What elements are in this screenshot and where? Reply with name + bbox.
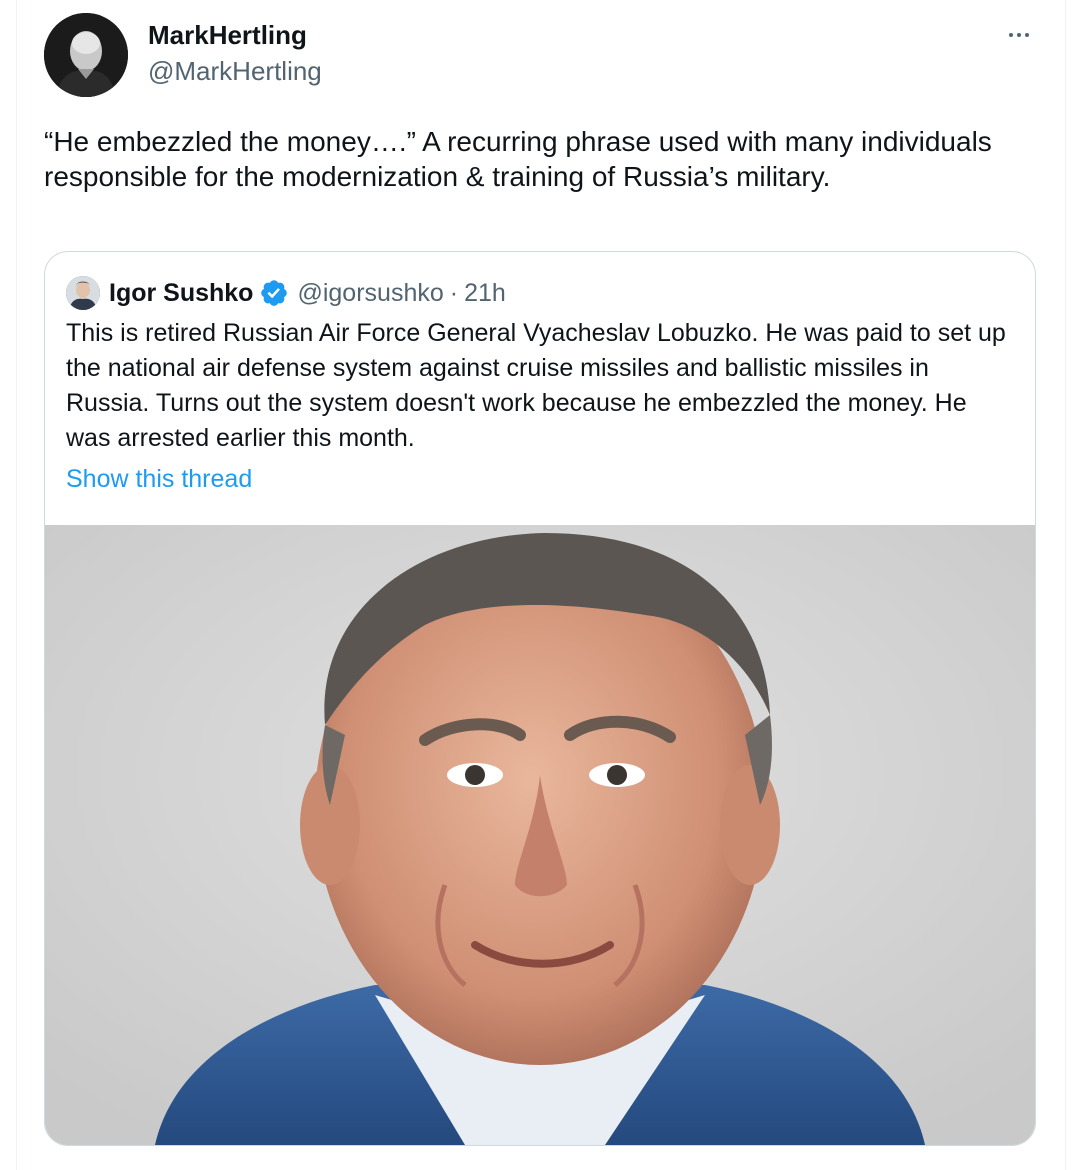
quoted-tweet-time[interactable]: 21h	[464, 279, 506, 308]
quoted-author-handle[interactable]: @igorsushko	[297, 279, 443, 308]
author-name[interactable]: MarkHertling	[148, 18, 307, 52]
more-options-icon[interactable]	[1000, 20, 1038, 50]
show-thread-link[interactable]: Show this thread	[66, 462, 252, 497]
author-avatar[interactable]	[44, 13, 128, 97]
author-avatar-image	[44, 13, 128, 97]
quoted-tweet[interactable]: Igor Sushko @igorsushko · 21h This is re…	[44, 251, 1036, 1146]
author-handle[interactable]: @MarkHertling	[148, 54, 322, 88]
quoted-tweet-header: Igor Sushko @igorsushko · 21h	[109, 276, 506, 310]
portrait-photo-image	[45, 525, 1035, 1145]
quoted-author-avatar[interactable]	[66, 276, 100, 310]
separator-dot: ·	[449, 278, 459, 307]
quoted-author-avatar-image	[66, 276, 100, 310]
verified-badge-icon	[261, 280, 288, 306]
quoted-tweet-photo[interactable]	[45, 525, 1035, 1145]
quoted-tweet-text: This is retired Russian Air Force Genera…	[66, 319, 1006, 452]
tweet-text: “He embezzled the money….” A recurring p…	[44, 126, 992, 192]
quoted-author-name[interactable]: Igor Sushko	[109, 279, 253, 308]
